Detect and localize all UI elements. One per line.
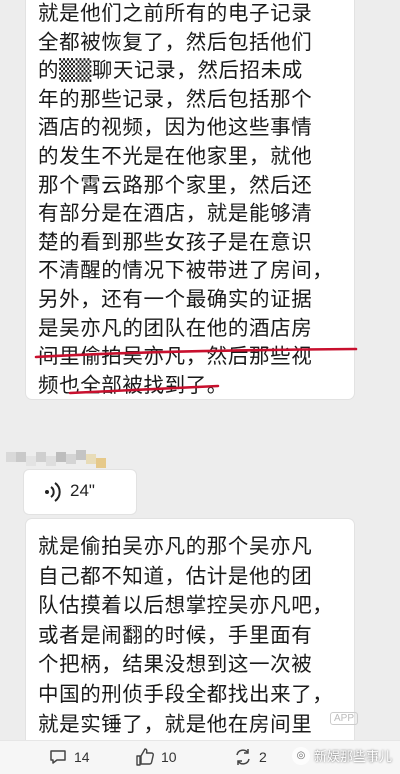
repost-count: 2 xyxy=(259,749,267,765)
message-line: 间里偷拍吴亦凡，然后那些视 xyxy=(38,344,313,369)
message-line: 队估摸着以后想掌控吴亦凡吧， xyxy=(38,593,334,618)
message-line: 的▒▒聊天记录，然后招未成 xyxy=(38,58,303,83)
thumbs-up-icon xyxy=(136,748,154,766)
message-line: 那个霄云路那个家里，然后还 xyxy=(38,172,313,197)
message-line: 自己都不知道，估计是他的团 xyxy=(38,563,313,588)
watermark-logo-icon: ◎ xyxy=(291,746,310,765)
voice-wave-icon xyxy=(45,482,61,502)
watermark: ◎ 新娱那些事儿 xyxy=(291,746,392,765)
message-line: 个把柄，结果没想到这一次被 xyxy=(38,652,313,677)
pixelated-avatar xyxy=(0,448,120,470)
message-line: 就是他们之前所有的电子记录 xyxy=(38,1,313,25)
message-line: 的发生不光是在他家里，就他 xyxy=(38,144,313,168)
message-line: 不清醒的情况下被带进了房间， xyxy=(38,258,334,283)
message-line: 酒店的视频，因为他这些事情 xyxy=(38,115,313,140)
like-button[interactable]: 10 xyxy=(135,747,177,767)
comment-button[interactable]: 14 xyxy=(48,747,90,767)
repost-button[interactable]: 2 xyxy=(233,747,267,767)
voice-duration: 24" xyxy=(70,481,95,500)
like-count: 10 xyxy=(161,749,177,765)
message-line: 年的那些记录，然后包括那个 xyxy=(38,86,313,111)
message-line: 有部分是在酒店，就是能够清 xyxy=(38,201,313,226)
message-line: 就是偷拍吴亦凡的那个吴亦凡 xyxy=(38,534,313,558)
message-line: 全都被恢复了，然后包括他们 xyxy=(38,29,313,54)
comment-icon xyxy=(50,750,66,764)
message-line: 楚的看到那些女孩子是在意识 xyxy=(38,229,313,254)
message-line: 或者是闹翻的时候，手里面有 xyxy=(38,622,313,647)
message-line: 就是实锤了，就是他在房间里 xyxy=(38,711,313,736)
app-badge: APP xyxy=(330,712,359,725)
repost-icon xyxy=(236,749,250,765)
message-line: 是吴亦凡的团队在他的酒店房 xyxy=(38,315,313,340)
message-line: 频也全部被找到了。 xyxy=(38,372,228,397)
message-line: 另外，还有一个最确实的证据 xyxy=(38,287,313,311)
watermark-text: 新娱那些事儿 xyxy=(313,750,392,765)
comment-count: 14 xyxy=(74,749,90,765)
message-line: 中国的刑侦手段全都找出来了， xyxy=(38,682,334,706)
